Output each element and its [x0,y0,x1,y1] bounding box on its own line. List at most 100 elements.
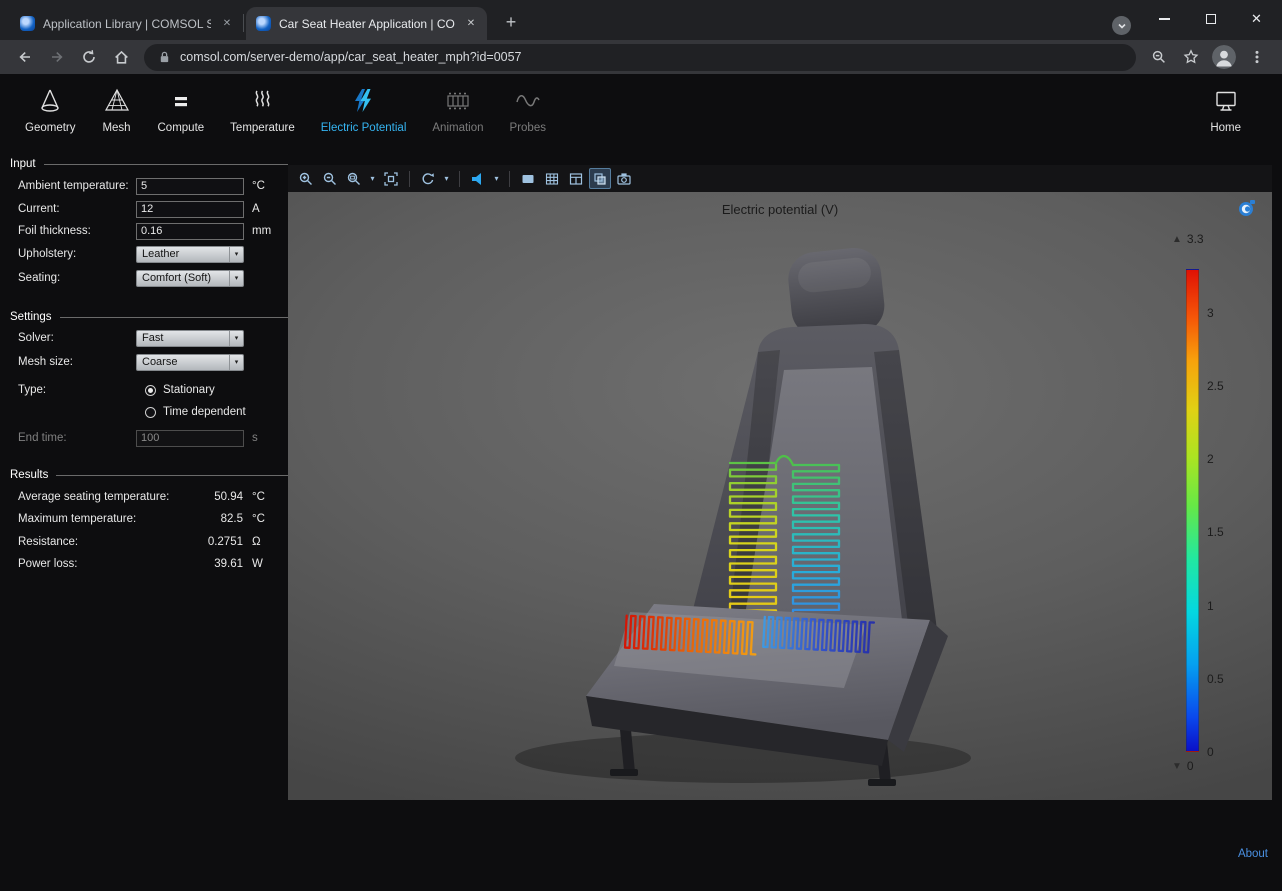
zoom-out-icon [322,171,338,187]
ribbon-label: Animation [432,122,483,134]
zoom-indicator-button[interactable] [1144,42,1174,72]
result-row: Power loss: 39.61 W [10,555,288,573]
grid-icon [544,171,560,187]
tab-application-library[interactable]: Application Library | COMSOL Se ✕ [10,7,243,40]
current-input[interactable] [136,201,244,218]
animation-icon [443,82,473,116]
section-title: Input [10,158,36,170]
mesh-size-select[interactable]: Coarse ▾ [136,354,244,371]
ribbon-electric-potential[interactable]: Electric Potential [308,82,420,134]
zoom-box-menu[interactable]: ▾ [367,168,378,189]
zoom-box-button[interactable] [343,168,365,189]
forward-icon [49,49,65,65]
seating-select[interactable]: Comfort (Soft) ▾ [136,270,244,287]
radio-icon[interactable] [145,385,156,396]
grid-button[interactable] [541,168,563,189]
reset-view-menu[interactable]: ▾ [441,168,452,189]
unit-label: °C [252,180,265,192]
url-omnibox[interactable]: comsol.com/server-demo/app/car_seat_heat… [144,44,1136,71]
reset-view-button[interactable] [417,168,439,189]
field-label: Seating: [18,272,60,284]
ribbon-temperature[interactable]: Temperature [217,82,308,134]
legend-tick: 1.5 [1207,525,1224,539]
ambient-temperature-input[interactable] [136,178,244,195]
chevron-down-icon: ▾ [229,355,243,370]
radio-time-dependent[interactable]: Time dependent [145,403,246,421]
field-label: Ambient temperature: [18,180,129,192]
back-button[interactable] [10,42,40,72]
reload-icon [81,49,97,65]
chevron-down-icon [1117,21,1127,31]
legend-min: ▼ 0 [1172,759,1194,773]
ribbon-label: Mesh [102,122,130,134]
graphics-window: ▾ ▾ ▾ [288,165,1272,800]
zoom-in-button[interactable] [295,168,317,189]
zoom-extents-icon [383,171,399,187]
max-marker-icon: ▲ [1172,234,1182,245]
tab-car-seat-heater[interactable]: Car Seat Heater Application | CO ✕ [246,7,487,40]
radio-label: Time dependent [163,406,246,418]
zoom-in-icon [298,171,314,187]
legend-tick: 1 [1207,599,1214,613]
field-label: Mesh size: [18,356,73,368]
radio-stationary[interactable]: Stationary [145,381,215,399]
browser-menu-button[interactable] [1242,42,1272,72]
legend-tick: 0.5 [1207,672,1224,686]
zoom-extents-button[interactable] [380,168,402,189]
section-title: Results [10,469,48,481]
upholstery-select[interactable]: Leather ▾ [136,246,244,263]
scene-light-menu[interactable]: ▾ [491,168,502,189]
tab-title: Application Library | COMSOL Se [43,17,211,31]
solver-select[interactable]: Fast ▾ [136,330,244,347]
snapshot-button[interactable] [613,168,635,189]
scene-light-button[interactable] [467,168,489,189]
ribbon-label: Temperature [230,122,295,134]
ribbon-mesh[interactable]: Mesh [89,82,145,134]
ribbon-home[interactable]: Home [1197,82,1254,134]
chevron-down-icon: ▾ [229,271,243,286]
result-row: Resistance: 0.2751 Ω [10,533,288,551]
close-tab-icon[interactable]: ✕ [463,16,479,32]
zoom-indicator-icon [1151,49,1167,65]
chevron-down-icon: ▾ [229,247,243,262]
home-button[interactable] [106,42,136,72]
min-marker-icon: ▼ [1172,761,1182,772]
reload-button[interactable] [74,42,104,72]
scene-light-icon [470,171,486,187]
new-tab-button[interactable]: + [498,9,524,35]
tab-strip: Application Library | COMSOL Se ✕ Car Se… [0,0,1282,40]
minimize-button[interactable] [1142,2,1187,36]
zoom-box-icon [346,171,362,187]
plot-canvas[interactable]: Electric potential (V) [288,192,1272,800]
unit-label: W [252,558,263,570]
minimize-icon [1159,18,1170,19]
radio-icon[interactable] [145,407,156,418]
field-label: Foil thickness: [18,225,91,237]
ribbon-geometry[interactable]: Geometry [12,82,89,134]
forward-button[interactable] [42,42,72,72]
bookmark-button[interactable] [1176,42,1206,72]
result-row: Maximum temperature: 82.5 °C [10,510,288,528]
close-tab-icon[interactable]: ✕ [219,16,235,32]
unit-label: mm [252,225,271,237]
foil-thickness-input[interactable] [136,223,244,240]
ribbon-compute[interactable]: Compute [145,82,218,134]
lock-icon[interactable] [158,50,171,64]
reset-view-icon [420,171,436,187]
maximize-button[interactable] [1188,2,1233,36]
three-dots-icon [1250,50,1264,64]
tab-search-button[interactable] [1112,16,1131,35]
transparency-button[interactable] [589,168,611,189]
table-button[interactable] [565,168,587,189]
profile-avatar[interactable] [1212,45,1236,69]
home-icon [113,49,130,66]
avatar-icon [1212,45,1236,69]
about-link[interactable]: About [1238,848,1268,860]
field-label: End time: [18,432,67,444]
zoom-out-button[interactable] [319,168,341,189]
close-window-button[interactable]: ✕ [1234,2,1279,36]
field-row: Foil thickness: mm [10,222,288,240]
white-background-button[interactable] [517,168,539,189]
transparency-icon [592,171,608,187]
field-row: Solver: Fast ▾ [10,329,288,347]
